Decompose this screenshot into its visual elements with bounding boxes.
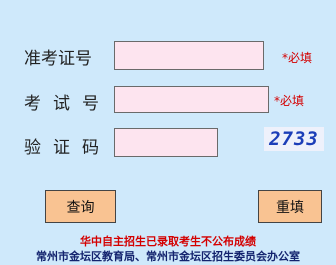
footer-organization: 常州市金坛区教育局、常州市金坛区招生委员会办公室 [36, 250, 300, 263]
query-button[interactable]: 查询 [45, 190, 116, 223]
exam-number-label: 考试号 [24, 94, 111, 114]
ticket-number-label: 准考证号 [24, 49, 92, 69]
captcha-image[interactable]: 2733 [264, 127, 324, 151]
ticket-required-hint: *必填 [282, 51, 313, 65]
reset-button[interactable]: 重填 [258, 190, 322, 223]
exam-required-hint: *必填 [274, 94, 305, 108]
verification-code-label: 验证码 [24, 138, 111, 158]
footer-notice: 华中自主招生已录取考生不公布成绩 [80, 235, 256, 248]
ticket-number-input[interactable] [114, 41, 264, 70]
verification-code-input[interactable] [114, 128, 218, 157]
exam-number-input[interactable] [114, 86, 269, 113]
